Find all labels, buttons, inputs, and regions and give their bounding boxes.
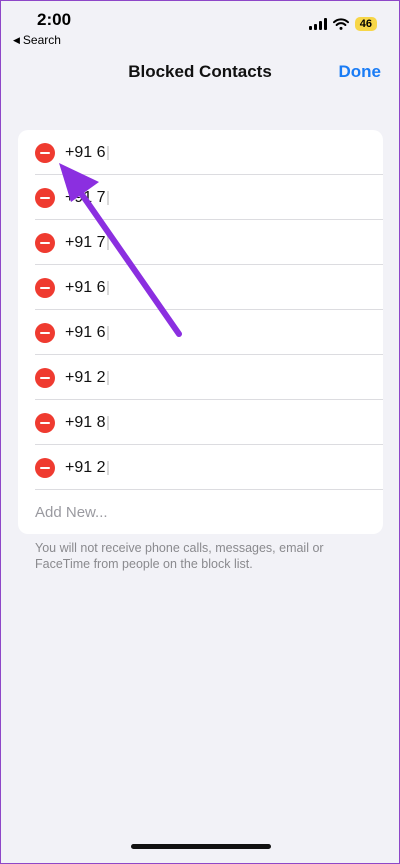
home-indicator[interactable]: [131, 844, 271, 849]
annotation-arrow-icon: [59, 163, 182, 337]
phone-screen: 2:00 ◀ Search 46 Blocked Contacts Done +…: [0, 0, 400, 864]
